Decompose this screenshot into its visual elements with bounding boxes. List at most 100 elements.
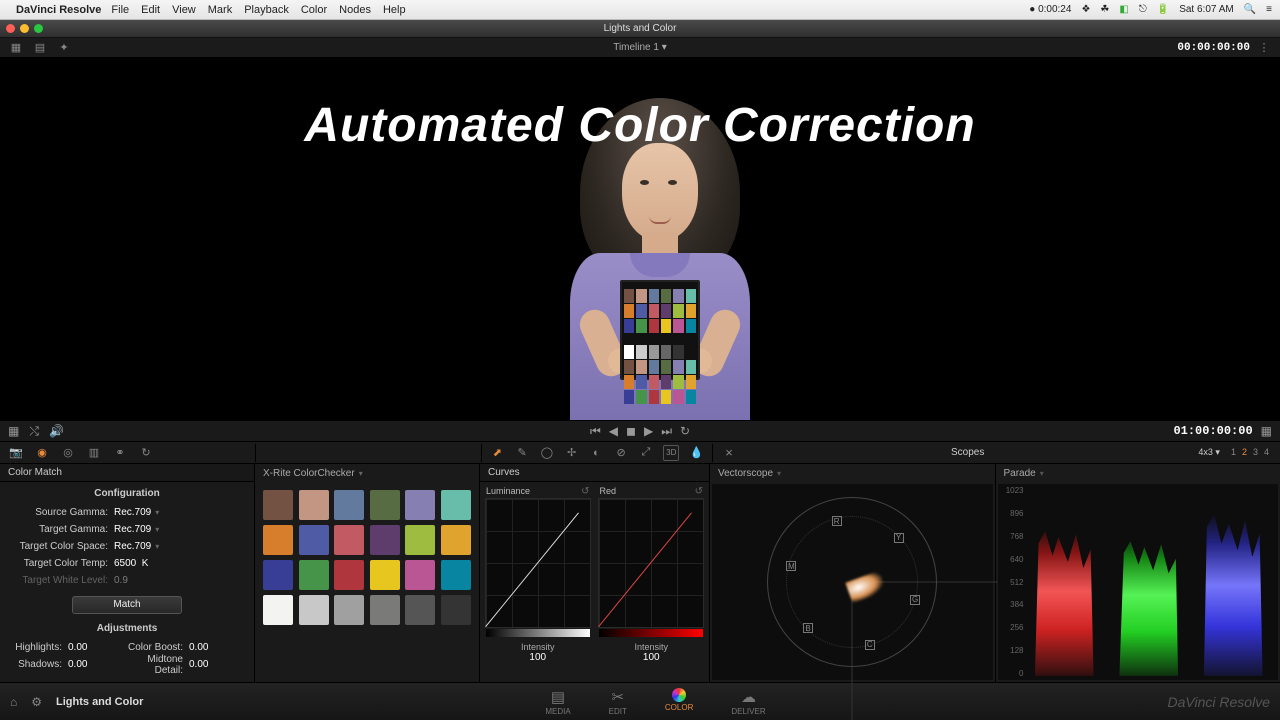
layout-icon[interactable]: ▦ <box>8 40 24 56</box>
swatch[interactable] <box>263 525 293 555</box>
target-icon[interactable]: ◎ <box>60 445 76 461</box>
swatch[interactable] <box>441 490 471 520</box>
field-value[interactable]: Rec.709 <box>114 507 248 518</box>
last-frame-icon[interactable]: ⏭ <box>661 424 672 439</box>
swatch[interactable] <box>405 560 435 590</box>
audio-icon[interactable]: 🔊 <box>49 424 64 439</box>
menubar-icon[interactable]: ⎋ <box>1139 4 1147 15</box>
swatches-preset-select[interactable]: X-Rite ColorChecker <box>255 464 479 482</box>
grid-icon[interactable]: ▦ <box>1261 424 1272 438</box>
magic-wand-icon[interactable]: ✦ <box>56 40 72 56</box>
menu-view[interactable]: View <box>172 4 196 16</box>
swatch[interactable] <box>334 595 364 625</box>
grid-icon[interactable]: ▦ <box>8 424 19 439</box>
scope-page-button[interactable]: 1 <box>1228 447 1239 457</box>
swatch[interactable] <box>370 595 400 625</box>
dropper-icon[interactable]: 💧 <box>689 445 704 461</box>
colorwheels-icon[interactable]: ◉ <box>34 445 50 461</box>
menu-edit[interactable]: Edit <box>141 4 160 16</box>
config-row[interactable]: Target Color Space: Rec.709 <box>6 538 248 555</box>
swatch[interactable] <box>334 525 364 555</box>
settings-icon[interactable]: ⚙ <box>31 695 42 709</box>
menu-mark[interactable]: Mark <box>208 4 232 16</box>
swatch[interactable] <box>441 595 471 625</box>
app-menu[interactable]: DaVinci Resolve <box>16 4 101 16</box>
swatch[interactable] <box>334 560 364 590</box>
scope-page-button[interactable]: 3 <box>1250 447 1261 457</box>
swatch[interactable] <box>299 525 329 555</box>
field-value[interactable]: 6500 K <box>114 558 248 569</box>
menubar-icon[interactable]: ☘ <box>1100 4 1109 15</box>
nav-tab-color[interactable]: COLOR <box>665 688 693 716</box>
play-reverse-icon[interactable]: ◀ <box>609 424 618 439</box>
field-value[interactable]: Rec.709 <box>114 541 248 552</box>
zoom-window-icon[interactable] <box>34 24 43 33</box>
transport-timecode[interactable]: 01:00:00:00 <box>1173 424 1252 438</box>
node-icon[interactable]: ⚭ <box>112 445 128 461</box>
menubar-icon[interactable]: 🔋 <box>1157 4 1169 15</box>
vectorscope-display[interactable]: RMBCGY <box>712 484 993 680</box>
3d-icon[interactable]: 3D <box>663 445 679 461</box>
menu-color[interactable]: Color <box>301 4 327 16</box>
refresh-icon[interactable]: ↻ <box>138 445 154 461</box>
intensity-value[interactable]: 100 <box>634 652 668 663</box>
camera-icon[interactable]: 📷 <box>8 445 24 461</box>
reset-icon[interactable]: ↺ <box>695 486 703 497</box>
swatch[interactable] <box>263 490 293 520</box>
nav-tab-deliver[interactable]: ☁ DELIVER <box>731 688 765 716</box>
swatch[interactable] <box>405 595 435 625</box>
viewer-timecode[interactable]: 00:00:00:00 <box>1177 42 1250 54</box>
adjust-row[interactable]: Highlights: 0.00 <box>6 639 127 656</box>
nav-tab-media[interactable]: ▤ MEDIA <box>545 688 570 716</box>
field-value[interactable]: 0.00 <box>68 642 127 653</box>
curve-plot[interactable] <box>485 498 591 628</box>
scope-select[interactable]: Vectorscope <box>710 464 995 482</box>
project-name[interactable]: Lights and Color <box>56 696 143 708</box>
close-window-icon[interactable] <box>6 24 15 33</box>
menubar-icon[interactable]: ❖ <box>1081 4 1090 15</box>
key-icon[interactable]: ⊘ <box>614 445 629 461</box>
shuffle-icon[interactable]: ⤭ <box>29 424 39 439</box>
scopes-layout-select[interactable]: 4x3 ▾ <box>1198 447 1220 458</box>
swatch[interactable] <box>441 560 471 590</box>
swatch[interactable] <box>370 560 400 590</box>
swatch[interactable] <box>405 490 435 520</box>
play-icon[interactable]: ▶ <box>644 424 653 439</box>
field-value[interactable]: 0.9 <box>114 575 248 586</box>
field-value[interactable]: 0.00 <box>68 659 127 670</box>
adjust-row[interactable]: Midtone Detail: 0.00 <box>127 656 248 673</box>
scope-page-button[interactable]: 4 <box>1261 447 1272 457</box>
swatch[interactable] <box>299 490 329 520</box>
stop-icon[interactable]: ◼ <box>626 424 636 439</box>
clock[interactable]: Sat 6:07 AM <box>1179 4 1234 15</box>
menu-icon[interactable]: ≡ <box>1266 4 1272 15</box>
curves-icon[interactable]: ⬈ <box>490 445 505 461</box>
menu-playback[interactable]: Playback <box>244 4 289 16</box>
swatch[interactable] <box>441 525 471 555</box>
scope-page-button[interactable]: 2 <box>1239 447 1250 457</box>
spotlight-icon[interactable]: 🔍 <box>1244 4 1256 15</box>
adjust-row[interactable]: Shadows: 0.00 <box>6 656 127 673</box>
home-icon[interactable]: ⌂ <box>10 695 17 709</box>
swatch[interactable] <box>299 560 329 590</box>
swatch[interactable] <box>299 595 329 625</box>
nav-tab-edit[interactable]: ✂ EDIT <box>609 688 627 716</box>
menu-help[interactable]: Help <box>383 4 406 16</box>
parade-display[interactable]: 10238967686405123842561280 <box>998 484 1279 680</box>
minimize-window-icon[interactable] <box>20 24 29 33</box>
swatch[interactable] <box>263 560 293 590</box>
config-row[interactable]: Target White Level: 0.9 <box>6 572 248 589</box>
tracker-icon[interactable]: ✢ <box>564 445 579 461</box>
swatch[interactable] <box>334 490 364 520</box>
config-row[interactable]: Target Color Temp: 6500 K <box>6 555 248 572</box>
swatch[interactable] <box>370 525 400 555</box>
first-frame-icon[interactable]: ⏮ <box>590 424 601 439</box>
scope-select[interactable]: Parade <box>996 464 1280 482</box>
intensity-value[interactable]: 100 <box>521 652 555 663</box>
bars-icon[interactable]: ▥ <box>86 445 102 461</box>
menu-file[interactable]: File <box>111 4 129 16</box>
sizing-icon[interactable]: ⤢ <box>639 445 654 461</box>
field-value[interactable]: 0.00 <box>189 642 248 653</box>
menu-nodes[interactable]: Nodes <box>339 4 371 16</box>
curve-plot[interactable] <box>598 498 704 628</box>
